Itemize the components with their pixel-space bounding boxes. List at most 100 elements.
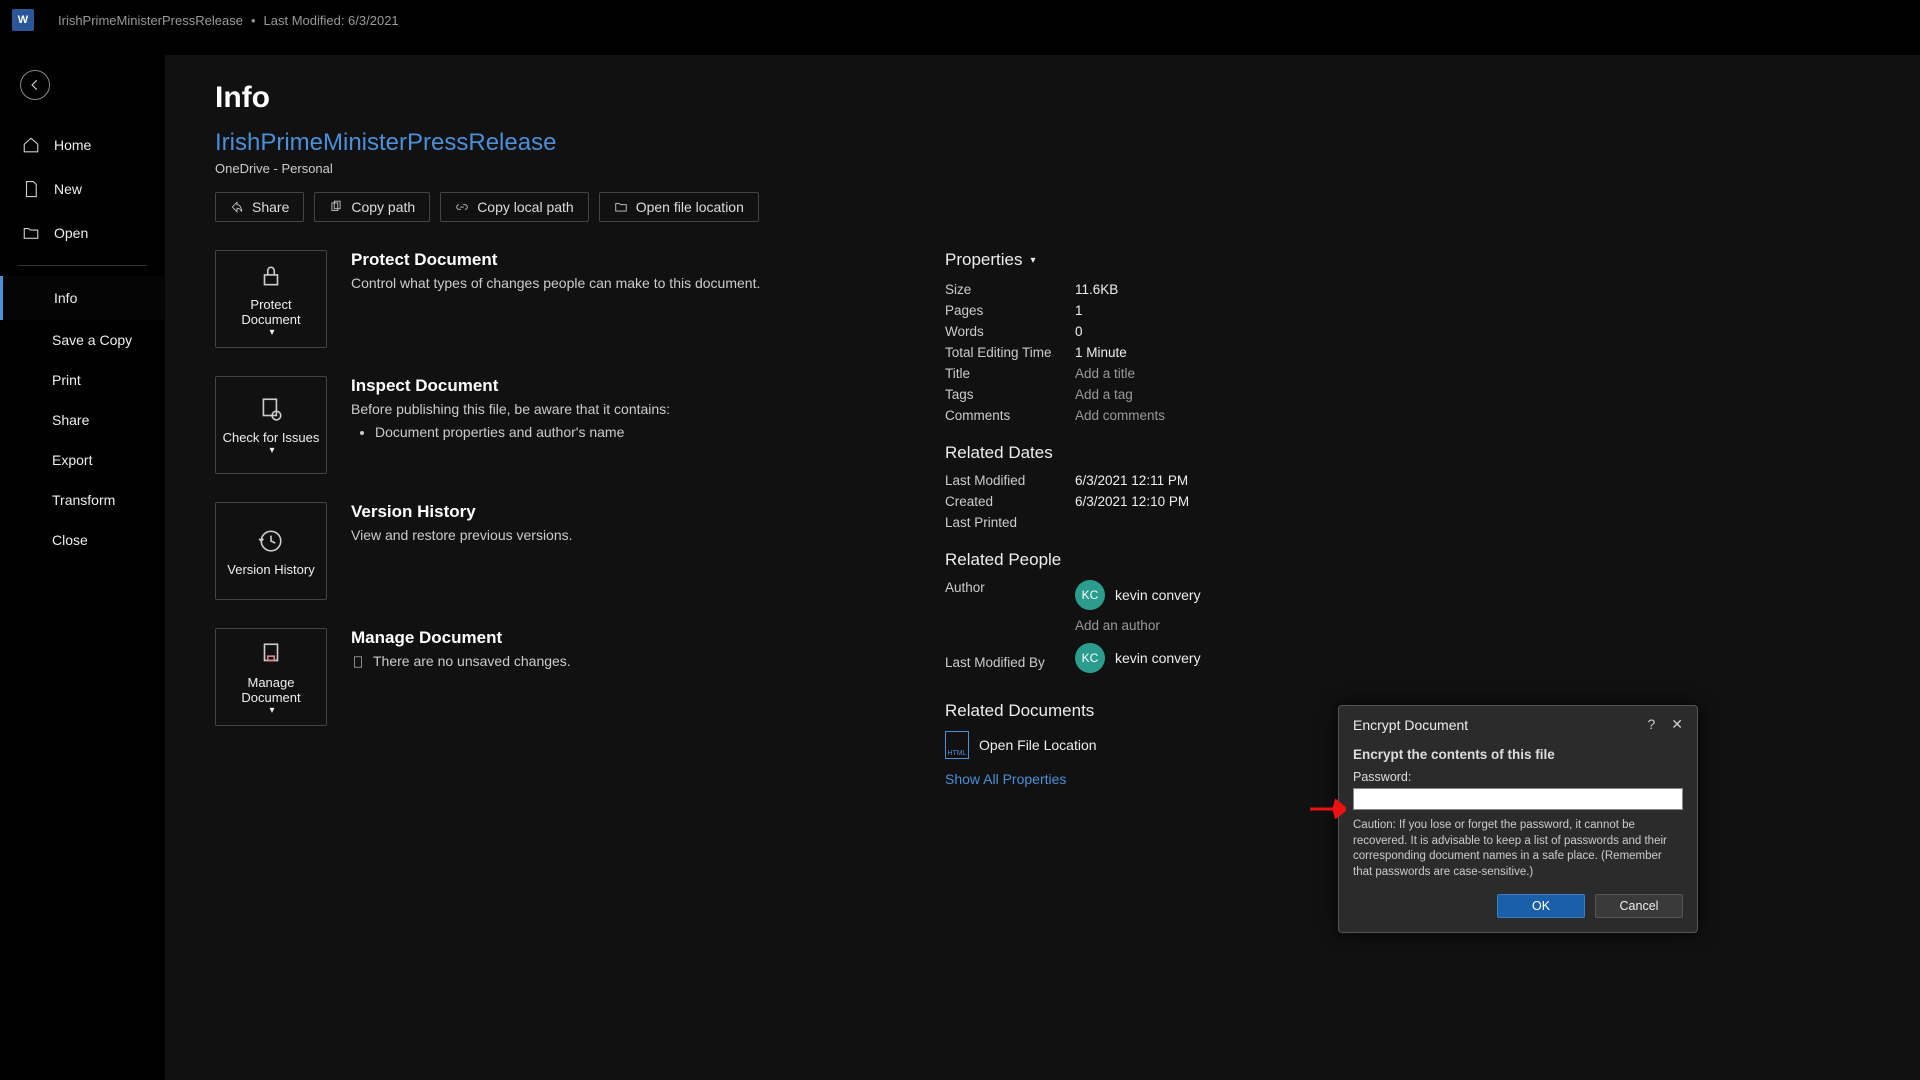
title-label: Title <box>945 366 1075 381</box>
nav-open-label: Open <box>54 225 88 241</box>
password-label: Password: <box>1353 770 1683 784</box>
author-label: Author <box>945 580 1075 595</box>
modified-by-name: kevin convery <box>1115 650 1201 666</box>
nav-info[interactable]: Info <box>0 276 165 320</box>
copy-local-path-label: Copy local path <box>477 199 574 215</box>
manage-doc-icon <box>258 641 284 667</box>
edit-time-label: Total Editing Time <box>945 345 1075 360</box>
created-label: Created <box>945 494 1075 509</box>
new-doc-icon <box>22 180 40 198</box>
nav-share[interactable]: Share <box>0 400 165 440</box>
nav-save-copy-label: Save a Copy <box>52 332 132 348</box>
check-for-issues-button[interactable]: Check for Issues▾ <box>215 376 327 474</box>
pages-value: 1 <box>1075 303 1083 318</box>
chevron-down-icon: ▾ <box>1030 255 1035 266</box>
ok-button[interactable]: OK <box>1497 894 1585 918</box>
size-value: 11.6KB <box>1075 282 1118 297</box>
password-input[interactable] <box>1353 788 1683 810</box>
action-buttons-row: Share Copy path Copy local path Open fil… <box>215 192 1870 222</box>
properties-dropdown[interactable]: Properties▾ <box>945 250 1325 270</box>
tags-value[interactable]: Add a tag <box>1075 387 1133 402</box>
nav-print[interactable]: Print <box>0 360 165 400</box>
backstage-sidebar: Home New Open Info Save a Copy Print Sha… <box>0 55 165 560</box>
protect-document-button[interactable]: Protect Document▾ <box>215 250 327 348</box>
inspect-icon <box>258 396 284 422</box>
protect-description: Control what types of changes people can… <box>351 274 760 294</box>
related-documents-header: Related Documents <box>945 701 1325 721</box>
nav-close-label: Close <box>52 532 88 548</box>
copy-icon <box>329 200 343 214</box>
modified-by-label: Last Modified By <box>945 655 1075 670</box>
nav-new[interactable]: New <box>0 167 165 211</box>
chevron-down-icon: ▾ <box>269 705 274 716</box>
html-file-icon: HTML <box>945 731 969 759</box>
protect-button-label: Protect Document <box>220 297 322 327</box>
open-file-location-text: Open File Location <box>979 737 1097 753</box>
copy-path-label: Copy path <box>351 199 415 215</box>
title-separator: • <box>251 13 256 28</box>
doc-small-icon <box>351 655 365 669</box>
inspect-bullet: Document properties and author's name <box>375 424 670 440</box>
words-label: Words <box>945 324 1075 339</box>
modified-by-person[interactable]: KC kevin convery <box>1075 643 1201 673</box>
manage-description: There are no unsaved changes. <box>373 652 571 672</box>
author-person[interactable]: KC kevin convery <box>1075 580 1201 610</box>
copy-path-button[interactable]: Copy path <box>314 192 430 222</box>
lock-icon <box>258 263 284 289</box>
folder-icon <box>614 200 628 214</box>
open-file-location-link[interactable]: HTML Open File Location <box>945 731 1325 759</box>
version-description: View and restore previous versions. <box>351 526 573 546</box>
dialog-close-button[interactable]: ✕ <box>1671 716 1683 733</box>
nav-save-a-copy[interactable]: Save a Copy <box>0 320 165 360</box>
titlebar: W IrishPrimeMinisterPressRelease • Last … <box>0 0 1920 40</box>
document-location: OneDrive - Personal <box>215 161 1870 176</box>
nav-new-label: New <box>54 181 82 197</box>
add-author-link[interactable]: Add an author <box>1075 618 1201 633</box>
protect-heading: Protect Document <box>351 250 760 270</box>
nav-info-label: Info <box>54 290 77 306</box>
avatar: KC <box>1075 643 1105 673</box>
manage-heading: Manage Document <box>351 628 571 648</box>
title-doc-name: IrishPrimeMinisterPressRelease <box>58 13 243 28</box>
nav-home-label: Home <box>54 137 91 153</box>
nav-print-label: Print <box>52 372 81 388</box>
show-all-properties-link[interactable]: Show All Properties <box>945 771 1325 787</box>
chevron-down-icon: ▾ <box>269 327 274 338</box>
version-history-button[interactable]: Version History <box>215 502 327 600</box>
last-printed-label: Last Printed <box>945 515 1075 530</box>
nav-export[interactable]: Export <box>0 440 165 480</box>
open-file-location-button[interactable]: Open file location <box>599 192 759 222</box>
nav-transform[interactable]: Transform <box>0 480 165 520</box>
nav-home[interactable]: Home <box>0 123 165 167</box>
manage-document-button[interactable]: Manage Document▾ <box>215 628 327 726</box>
dialog-title: Encrypt Document <box>1353 717 1468 733</box>
share-button[interactable]: Share <box>215 192 304 222</box>
nav-export-label: Export <box>52 452 92 468</box>
edit-time-value: 1 Minute <box>1075 345 1127 360</box>
cancel-button[interactable]: Cancel <box>1595 894 1683 918</box>
copy-local-path-button[interactable]: Copy local path <box>440 192 589 222</box>
document-name: IrishPrimeMinisterPressRelease <box>215 129 1870 157</box>
tags-label: Tags <box>945 387 1075 402</box>
nav-close[interactable]: Close <box>0 520 165 560</box>
nav-open[interactable]: Open <box>0 211 165 255</box>
avatar: KC <box>1075 580 1105 610</box>
link-icon <box>455 200 469 214</box>
word-app-icon: W <box>12 9 34 31</box>
last-modified-value: 6/3/2021 12:11 PM <box>1075 473 1188 488</box>
dialog-help-button[interactable]: ? <box>1647 716 1655 733</box>
nav-transform-label: Transform <box>52 492 115 508</box>
size-label: Size <box>945 282 1075 297</box>
title-last-modified: Last Modified: 6/3/2021 <box>264 13 399 28</box>
inspect-description: Before publishing this file, be aware th… <box>351 400 670 420</box>
share-icon <box>230 200 244 214</box>
manage-document-label: Manage Document <box>220 675 322 705</box>
home-icon <box>22 136 40 154</box>
inspect-heading: Inspect Document <box>351 376 670 396</box>
comments-label: Comments <box>945 408 1075 423</box>
version-history-label: Version History <box>227 562 314 577</box>
comments-value[interactable]: Add comments <box>1075 408 1165 423</box>
title-value[interactable]: Add a title <box>1075 366 1135 381</box>
author-name: kevin convery <box>1115 587 1201 603</box>
page-title: Info <box>215 81 1870 115</box>
